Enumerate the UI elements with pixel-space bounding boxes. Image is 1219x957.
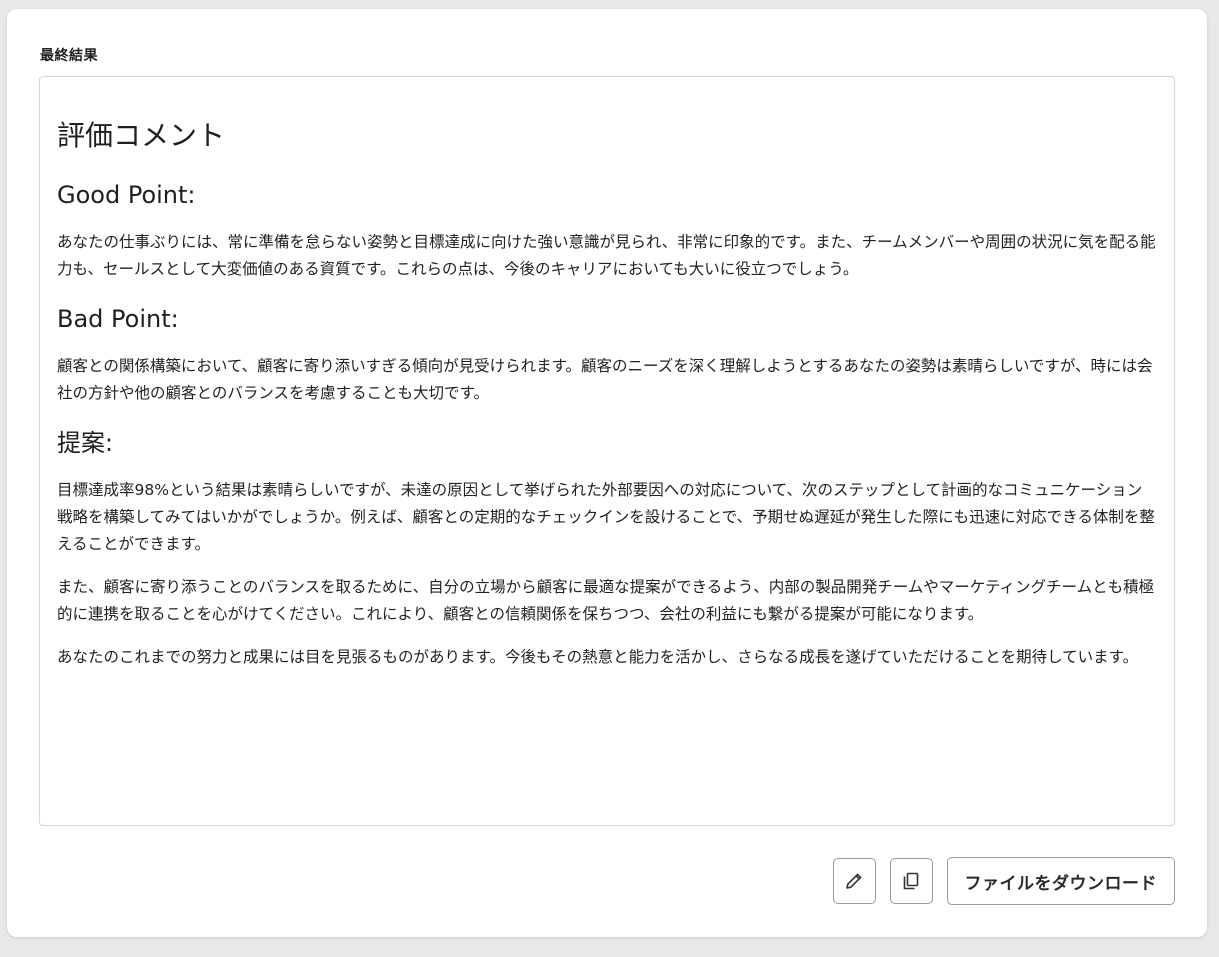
copy-button[interactable]: [889, 858, 933, 904]
good-point-paragraph: あなたの仕事ぶりには、常に準備を怠らない姿勢と目標達成に向けた強い意識が見られ、…: [57, 233, 1156, 278]
copy-icon: [901, 871, 921, 891]
bad-point-heading: Bad Point:: [57, 305, 179, 333]
result-card: 最終結果 評価コメント Good Point: あなたの仕事ぶりには、常に準備を…: [7, 9, 1207, 937]
action-bar: ファイルをダウンロード: [832, 857, 1175, 905]
section-label: 最終結果: [40, 48, 98, 64]
result-content: 評価コメント Good Point: あなたの仕事ぶりには、常に準備を怠らない姿…: [39, 76, 1175, 826]
proposal-paragraph-2: また、顧客に寄り添うことのバランスを取るために、自分の立場から顧客に最適な提案が…: [57, 578, 1155, 623]
pencil-icon: [844, 871, 864, 891]
proposal-heading: 提案:: [57, 429, 114, 457]
good-point-heading: Good Point:: [57, 181, 196, 209]
edit-button[interactable]: [832, 858, 876, 904]
bad-point-paragraph: 顧客との関係構築において、顧客に寄り添いすぎる傾向が見受けられます。顧客のニーズ…: [57, 357, 1153, 402]
proposal-paragraph-3: あなたのこれまでの努力と成果には目を見張るものがあります。今後もその熱意と能力を…: [57, 648, 1139, 666]
result-heading: 評価コメント: [57, 119, 226, 152]
proposal-paragraph-1: 目標達成率98%という結果は素晴らしいですが、未達の原因として挙げられた外部要因…: [57, 481, 1155, 553]
download-file-button[interactable]: ファイルをダウンロード: [946, 857, 1175, 905]
